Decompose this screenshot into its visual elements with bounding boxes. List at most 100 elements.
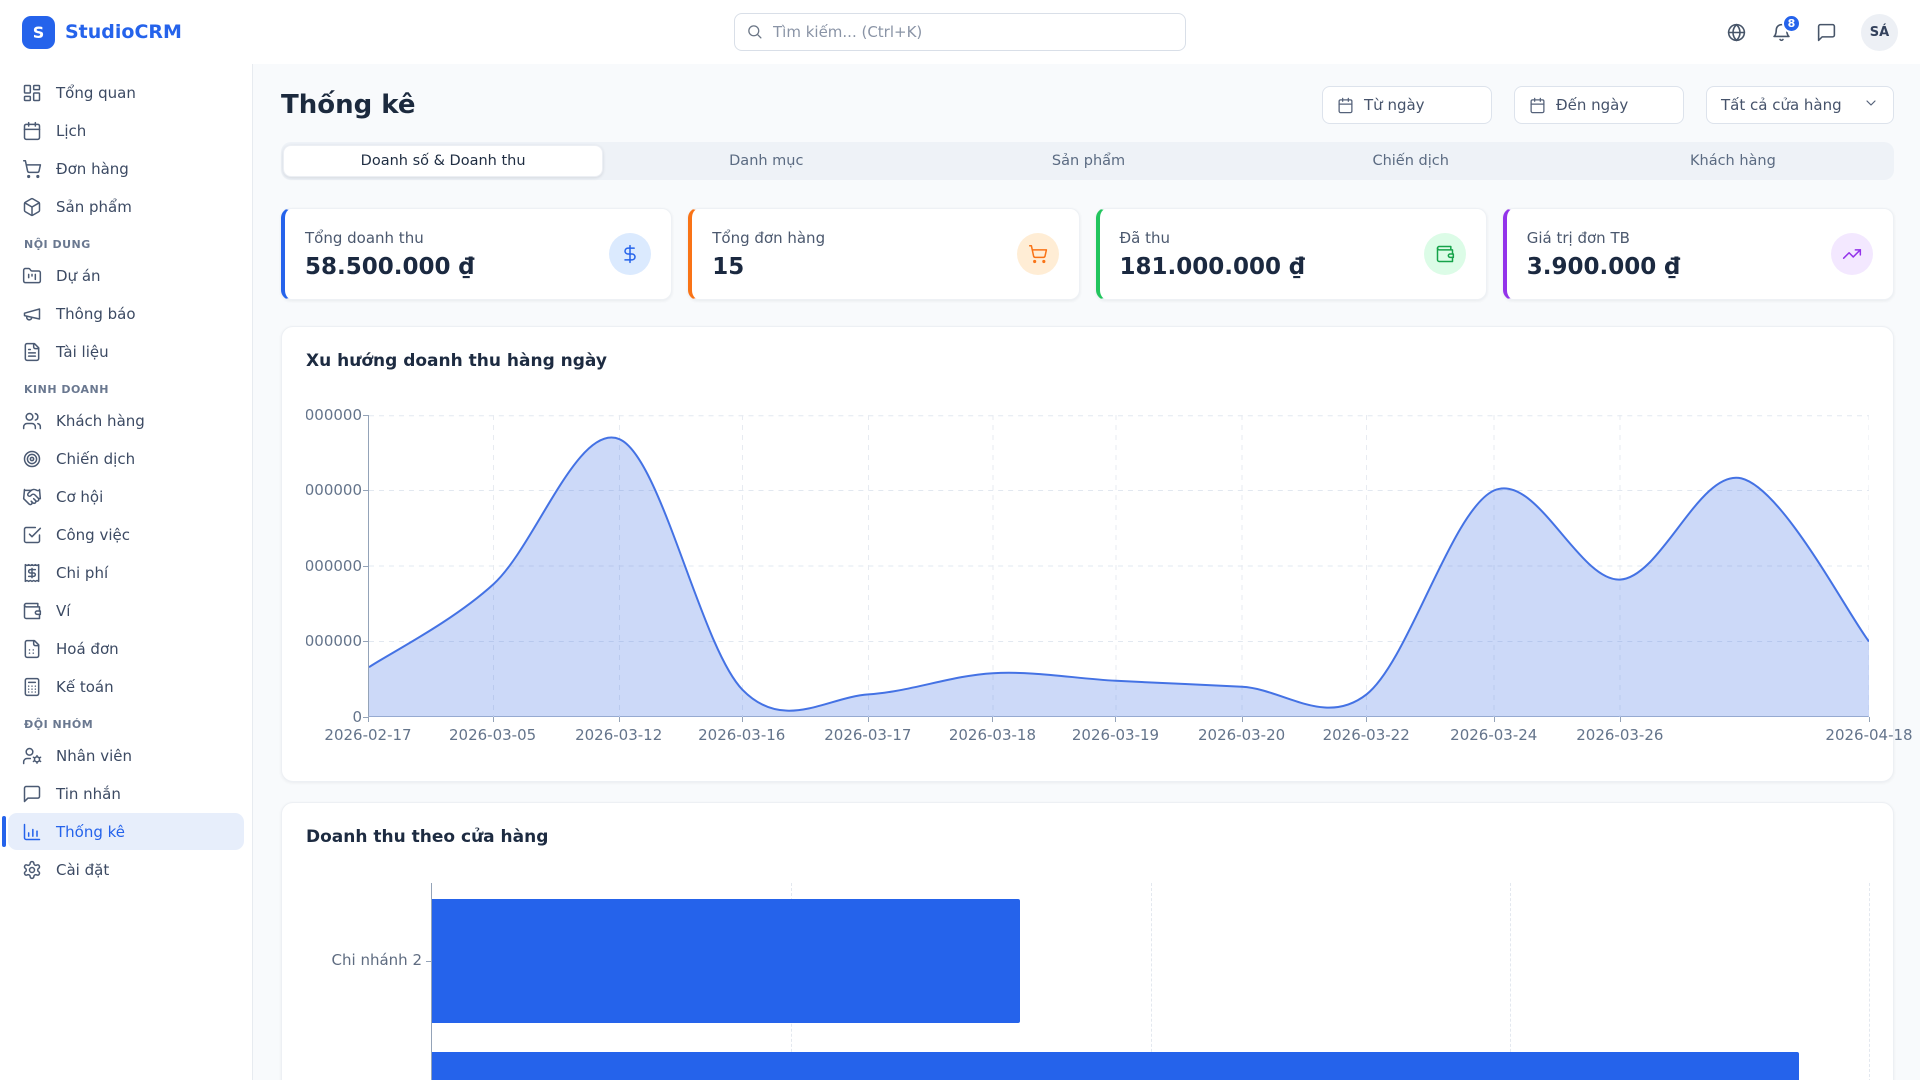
stat-card-tong-doanh-thu: Tổng doanh thu58.500.000 ₫ bbox=[281, 208, 672, 300]
sidebar-item-vi[interactable]: Ví bbox=[8, 592, 244, 629]
store-revenue-chart-title: Doanh thu theo cửa hàng bbox=[306, 827, 1869, 847]
sidebar-item-label: Chi phí bbox=[56, 564, 108, 582]
filters: Từ ngày Đến ngày Tất cả cửa hàng bbox=[1322, 86, 1894, 124]
brand-logo[interactable]: S StudioCRM bbox=[22, 16, 734, 49]
sidebar-item-co-hoi[interactable]: Cơ hội bbox=[8, 478, 244, 515]
sidebar-item-chi-phi[interactable]: Chi phí bbox=[8, 554, 244, 591]
file-invoice-icon bbox=[22, 639, 42, 659]
notifications-button[interactable]: 8 bbox=[1771, 22, 1792, 43]
date-from-label: Từ ngày bbox=[1364, 96, 1425, 114]
sidebar-item-label: Dự án bbox=[56, 267, 101, 285]
search-icon bbox=[746, 23, 763, 40]
sidebar-item-label: Thống kê bbox=[56, 823, 125, 841]
language-globe-button[interactable] bbox=[1726, 22, 1747, 43]
stat-icon-circle bbox=[1424, 233, 1466, 275]
date-to-label: Đến ngày bbox=[1556, 96, 1628, 114]
brand-logo-icon: S bbox=[22, 16, 55, 49]
bar-category-label: Chi nhánh 2 bbox=[332, 951, 422, 969]
page-title: Thống kê bbox=[281, 90, 416, 120]
x-tick-label: 2026-03-20 bbox=[1198, 726, 1285, 744]
stat-value: 3.900.000 ₫ bbox=[1527, 254, 1681, 280]
messages-button[interactable] bbox=[1816, 22, 1837, 43]
sidebar-item-tai-lieu[interactable]: Tài liệu bbox=[8, 333, 244, 370]
y-tick-label: 15000000 bbox=[306, 481, 362, 499]
tab-san-pham[interactable]: Sản phẩm bbox=[929, 145, 1247, 177]
users-icon bbox=[22, 411, 42, 431]
tab-danh-muc[interactable]: Danh mục bbox=[607, 145, 925, 177]
y-tick-label: 20000000 bbox=[306, 406, 362, 424]
store-select[interactable]: Tất cả cửa hàng bbox=[1706, 86, 1894, 124]
tab-chien-dich[interactable]: Chiến dịch bbox=[1252, 145, 1570, 177]
sidebar-item-don-hang[interactable]: Đơn hàng bbox=[8, 150, 244, 187]
y-tick-label: 0 bbox=[306, 708, 362, 726]
area-chart-svg[interactable] bbox=[369, 415, 1869, 717]
megaphone-icon bbox=[22, 304, 42, 324]
sidebar-item-cong-viec[interactable]: Công việc bbox=[8, 516, 244, 553]
calendar-icon bbox=[1337, 97, 1354, 114]
sidebar-item-tong-quan[interactable]: Tổng quan bbox=[8, 74, 244, 111]
y-tick-label: 5000000 bbox=[306, 632, 362, 650]
trending-up-icon bbox=[1842, 244, 1862, 264]
x-axis-labels: 2026-02-172026-03-052026-03-122026-03-16… bbox=[368, 717, 1869, 753]
layout-dashboard-icon bbox=[22, 83, 42, 103]
sidebar-item-lich[interactable]: Lịch bbox=[8, 112, 244, 149]
sidebar-item-label: Lịch bbox=[56, 122, 86, 140]
folder-kanban-icon bbox=[22, 266, 42, 286]
handshake-icon bbox=[22, 487, 42, 507]
tab-khach-hang[interactable]: Khách hàng bbox=[1574, 145, 1892, 177]
x-tick-label: 2026-03-16 bbox=[698, 726, 785, 744]
sidebar-item-cai-dat[interactable]: Cài đặt bbox=[8, 851, 244, 888]
user-cog-icon bbox=[22, 746, 42, 766]
sidebar-item-tin-nhan[interactable]: Tin nhắn bbox=[8, 775, 244, 812]
area-chart-plot[interactable] bbox=[368, 415, 1869, 717]
target-icon bbox=[22, 449, 42, 469]
receipt-icon bbox=[22, 563, 42, 583]
stat-card-tong-don-hang: Tổng đơn hàng15 bbox=[688, 208, 1079, 300]
message-square-icon bbox=[22, 784, 42, 804]
sidebar-item-label: Chiến dịch bbox=[56, 450, 135, 468]
sidebar-item-label: Đơn hàng bbox=[56, 160, 129, 178]
bar-chart-plot[interactable] bbox=[431, 883, 1869, 1080]
sidebar-item-label: Nhân viên bbox=[56, 747, 132, 765]
daily-revenue-chart-title: Xu hướng doanh thu hàng ngày bbox=[306, 351, 1869, 371]
store-revenue-chart-card: Doanh thu theo cửa hàng Chi nhánh 2 bbox=[281, 802, 1894, 1080]
main-content: Thống kê Từ ngày Đến ngày Tất cả cửa hàn… bbox=[253, 64, 1920, 1080]
date-to-button[interactable]: Đến ngày bbox=[1514, 86, 1684, 124]
stat-title: Giá trị đơn TB bbox=[1527, 229, 1681, 247]
date-from-button[interactable]: Từ ngày bbox=[1322, 86, 1492, 124]
package-icon bbox=[22, 197, 42, 217]
stat-icon-circle bbox=[1831, 233, 1873, 275]
sidebar-section-label: ĐỘI NHÓM bbox=[8, 706, 244, 737]
sidebar-section-label: NỘI DUNG bbox=[8, 226, 244, 257]
bar-row-2[interactable] bbox=[432, 1052, 1799, 1080]
y-axis-labels: 05000000100000001500000020000000 bbox=[306, 415, 368, 717]
calculator-icon bbox=[22, 677, 42, 697]
sidebar-section-label: KINH DOANH bbox=[8, 371, 244, 402]
sidebar-item-thong-ke[interactable]: Thống kê bbox=[8, 813, 244, 850]
sidebar-item-thong-bao[interactable]: Thông báo bbox=[8, 295, 244, 332]
sidebar-item-khach-hang[interactable]: Khách hàng bbox=[8, 402, 244, 439]
stat-value: 58.500.000 ₫ bbox=[305, 254, 475, 280]
bar-chart-icon bbox=[22, 822, 42, 842]
bar-chi-nhanh-2[interactable] bbox=[432, 899, 1020, 1023]
sidebar-item-label: Khách hàng bbox=[56, 412, 145, 430]
sidebar-item-san-pham[interactable]: Sản phẩm bbox=[8, 188, 244, 225]
sidebar-item-chien-dich[interactable]: Chiến dịch bbox=[8, 440, 244, 477]
tab-doanh-so-doanh-thu[interactable]: Doanh số & Doanh thu bbox=[283, 145, 603, 177]
x-tick-label: 2026-04-18 bbox=[1825, 726, 1912, 744]
avatar[interactable]: SÁ bbox=[1861, 14, 1898, 51]
dollar-sign-icon bbox=[620, 244, 640, 264]
stat-icon-circle bbox=[1017, 233, 1059, 275]
stat-card-gia-tri-don-tb: Giá trị đơn TB 3.900.000 ₫ bbox=[1503, 208, 1894, 300]
search-input[interactable] bbox=[734, 13, 1186, 51]
daily-revenue-chart-card: Xu hướng doanh thu hàng ngày 05000000100… bbox=[281, 326, 1894, 782]
bar-category-labels: Chi nhánh 2 bbox=[306, 883, 431, 1080]
store-select-value: Tất cả cửa hàng bbox=[1721, 96, 1842, 114]
sidebar-item-nhan-vien[interactable]: Nhân viên bbox=[8, 737, 244, 774]
calendar-icon bbox=[1529, 97, 1546, 114]
global-search bbox=[734, 13, 1186, 51]
sidebar-item-du-an[interactable]: Dự án bbox=[8, 257, 244, 294]
sidebar-item-label: Thông báo bbox=[56, 305, 136, 323]
sidebar-item-ke-toan[interactable]: Kế toán bbox=[8, 668, 244, 705]
sidebar-item-hoa-don[interactable]: Hoá đơn bbox=[8, 630, 244, 667]
